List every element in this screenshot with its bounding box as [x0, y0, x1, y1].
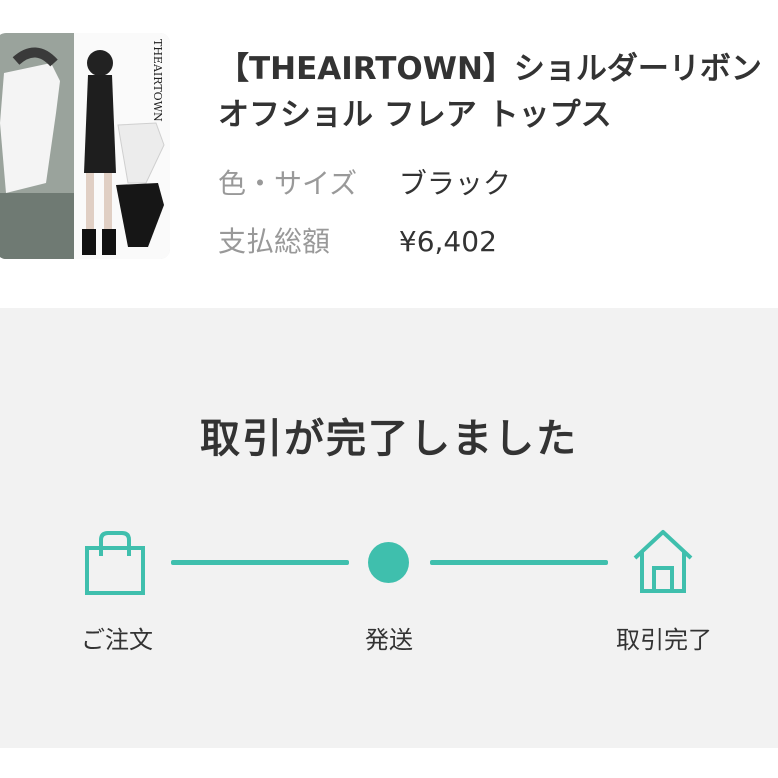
brand-watermark: THEAIRTOWN [151, 39, 164, 122]
product-title-line1: 【THEAIRTOWN】ショルダーリボン [218, 51, 762, 87]
total-row: 支払総額 ¥6,402 [218, 220, 497, 260]
transaction-status-panel: 取引が完了しました ご注文 発送 取引完了 [0, 308, 778, 748]
color-size-row: 色・サイズ ブラック [218, 162, 511, 202]
product-title[interactable]: 【THEAIRTOWN】ショルダーリボン オフショル フレア トップス [218, 46, 778, 138]
product-title-line2: オフショル フレア トップス [218, 97, 612, 133]
status-heading: 取引が完了しました [200, 416, 578, 462]
step-label-complete: 取引完了 [616, 626, 712, 654]
product-summary[interactable]: THEAIRTOWN 【THEAIRTOWN】ショルダーリボン オフショル フレ… [0, 0, 778, 308]
step-label-order: ご注文 [81, 626, 153, 654]
product-thumbnail[interactable]: THEAIRTOWN [0, 33, 170, 259]
shopping-bag-icon [84, 530, 146, 600]
house-icon [632, 528, 694, 598]
total-value: ¥6,402 [398, 225, 497, 258]
progress-line-2 [430, 560, 608, 565]
step-label-shipping: 発送 [365, 626, 413, 654]
color-size-value: ブラック [398, 167, 511, 200]
shipping-progress-dot [368, 542, 409, 583]
progress-line-1 [171, 560, 349, 565]
color-size-label: 色・サイズ [218, 167, 358, 200]
total-label: 支払総額 [218, 225, 331, 258]
